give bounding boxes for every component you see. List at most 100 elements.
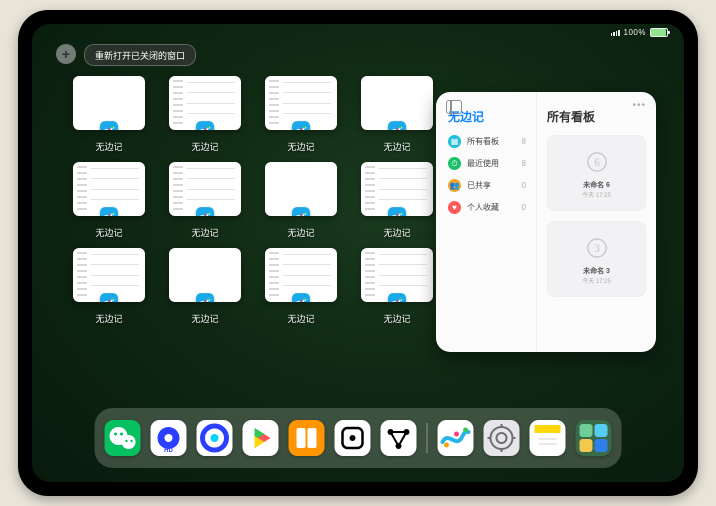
window-preview [265, 76, 337, 130]
dock: HD [95, 408, 622, 468]
window-preview [169, 162, 241, 216]
board-list: ••• 所有看板 6未命名 6今天 17:253未命名 3今天 17:25 [536, 92, 656, 352]
sidebar-item-count: 8 [522, 137, 526, 146]
freeform-app-icon [196, 207, 214, 216]
heart-icon: ♥ [448, 201, 461, 214]
sidebar-item-label: 个人收藏 [467, 202, 499, 213]
board-sketch-icon: 6 [583, 148, 611, 176]
freeform-app-icon [196, 121, 214, 130]
window-thumb[interactable]: 无边记 [264, 162, 338, 242]
window-label: 无边记 [191, 226, 218, 239]
board-time: 今天 17:25 [582, 190, 611, 199]
freeform-app-icon [388, 207, 406, 216]
active-app-window[interactable]: 无边记 ▦所有看板8⏱最近使用8👥已共享0♥个人收藏0 ••• 所有看板 6未命… [436, 92, 656, 352]
window-label: 无边记 [191, 312, 218, 325]
grid-icon: ▦ [448, 135, 461, 148]
svg-text:HD: HD [164, 448, 173, 454]
sidebar: 无边记 ▦所有看板8⏱最近使用8👥已共享0♥个人收藏0 [436, 92, 536, 352]
window-preview [73, 248, 145, 302]
status-bar: 100% [611, 28, 668, 37]
window-thumb[interactable]: 无边记 [168, 248, 242, 328]
window-thumb[interactable]: 无边记 [360, 248, 434, 328]
window-thumb[interactable]: 无边记 [264, 248, 338, 328]
window-overview-grid: 无边记无边记无边记无边记无边记无边记无边记无边记无边记无边记无边记无边记 [72, 76, 432, 328]
sidebar-item-count: 0 [522, 181, 526, 190]
window-thumb[interactable]: 无边记 [72, 248, 146, 328]
dock-app-quark[interactable] [197, 420, 233, 456]
window-thumb[interactable]: 无边记 [72, 162, 146, 242]
window-thumb[interactable]: 无边记 [264, 76, 338, 156]
freeform-app-icon [388, 121, 406, 130]
more-icon[interactable]: ••• [632, 100, 646, 111]
sidebar-item-label: 所有看板 [467, 136, 499, 147]
board-name: 未命名 6 [583, 180, 610, 190]
freeform-app-icon [292, 207, 310, 216]
svg-text:3: 3 [594, 243, 600, 255]
new-window-button[interactable]: + [56, 44, 76, 64]
window-thumb[interactable]: 无边记 [168, 76, 242, 156]
sidebar-item-label: 最近使用 [467, 158, 499, 169]
window-label: 无边记 [287, 226, 314, 239]
dock-app-graph[interactable] [381, 420, 417, 456]
freeform-app-icon [100, 293, 118, 302]
window-label: 无边记 [95, 140, 122, 153]
svg-text:6: 6 [594, 157, 600, 169]
battery-pct: 100% [624, 28, 646, 37]
window-label: 无边记 [383, 140, 410, 153]
board-sketch-icon: 3 [583, 234, 611, 262]
window-thumb[interactable]: 无边记 [168, 162, 242, 242]
dock-app-books[interactable] [289, 420, 325, 456]
dock-app-play[interactable] [243, 420, 279, 456]
window-label: 无边记 [95, 226, 122, 239]
window-label: 无边记 [95, 312, 122, 325]
dock-app-settings[interactable] [484, 420, 520, 456]
window-preview [361, 248, 433, 302]
window-thumb[interactable]: 无边记 [72, 76, 146, 156]
sidebar-item-count: 8 [522, 159, 526, 168]
window-preview [361, 162, 433, 216]
sidebar-item-share[interactable]: 👥 已共享 0 [448, 179, 526, 192]
dock-app-dice[interactable] [335, 420, 371, 456]
dock-app-notes[interactable] [530, 420, 566, 456]
sidebar-item-clock[interactable]: ⏱ 最近使用 8 [448, 157, 526, 170]
window-preview [73, 162, 145, 216]
window-preview [361, 76, 433, 130]
battery-icon [650, 28, 668, 37]
reopen-closed-window-button[interactable]: 重新打开已关闭的窗口 [84, 44, 196, 66]
window-thumb[interactable]: 无边记 [360, 162, 434, 242]
sidebar-item-label: 已共享 [467, 180, 491, 191]
dock-app-quark-hd[interactable]: HD [151, 420, 187, 456]
sidebar-item-heart[interactable]: ♥ 个人收藏 0 [448, 201, 526, 214]
window-label: 无边记 [287, 140, 314, 153]
signal-icon [611, 30, 620, 36]
dock-app-freeform[interactable] [438, 420, 474, 456]
window-preview [265, 162, 337, 216]
window-label: 无边记 [383, 312, 410, 325]
window-thumb[interactable]: 无边记 [360, 76, 434, 156]
sidebar-item-grid[interactable]: ▦ 所有看板 8 [448, 135, 526, 148]
freeform-app-icon [292, 293, 310, 302]
board-name: 未命名 3 [583, 266, 610, 276]
dock-app-folder[interactable] [576, 420, 612, 456]
share-icon: 👥 [448, 179, 461, 192]
sidebar-toggle-icon[interactable] [446, 100, 462, 114]
ipad-device: 100% + 重新打开已关闭的窗口 无边记无边记无边记无边记无边记无边记无边记无… [18, 10, 698, 496]
freeform-app-icon [196, 293, 214, 302]
dock-app-wechat[interactable] [105, 420, 141, 456]
dock-separator [427, 423, 428, 453]
window-label: 无边记 [191, 140, 218, 153]
freeform-app-icon [388, 293, 406, 302]
board-time: 今天 17:25 [582, 276, 611, 285]
panel-title: 所有看板 [547, 108, 646, 125]
freeform-app-icon [100, 121, 118, 130]
sidebar-item-count: 0 [522, 203, 526, 212]
window-label: 无边记 [383, 226, 410, 239]
board-card[interactable]: 6 未命名 6今天 17:25 [547, 135, 646, 211]
freeform-app-icon [100, 207, 118, 216]
window-label: 无边记 [287, 312, 314, 325]
freeform-app-icon [292, 121, 310, 130]
screen: 100% + 重新打开已关闭的窗口 无边记无边记无边记无边记无边记无边记无边记无… [32, 24, 684, 482]
clock-icon: ⏱ [448, 157, 461, 170]
window-preview [265, 248, 337, 302]
board-card[interactable]: 3 未命名 3今天 17:25 [547, 221, 646, 297]
